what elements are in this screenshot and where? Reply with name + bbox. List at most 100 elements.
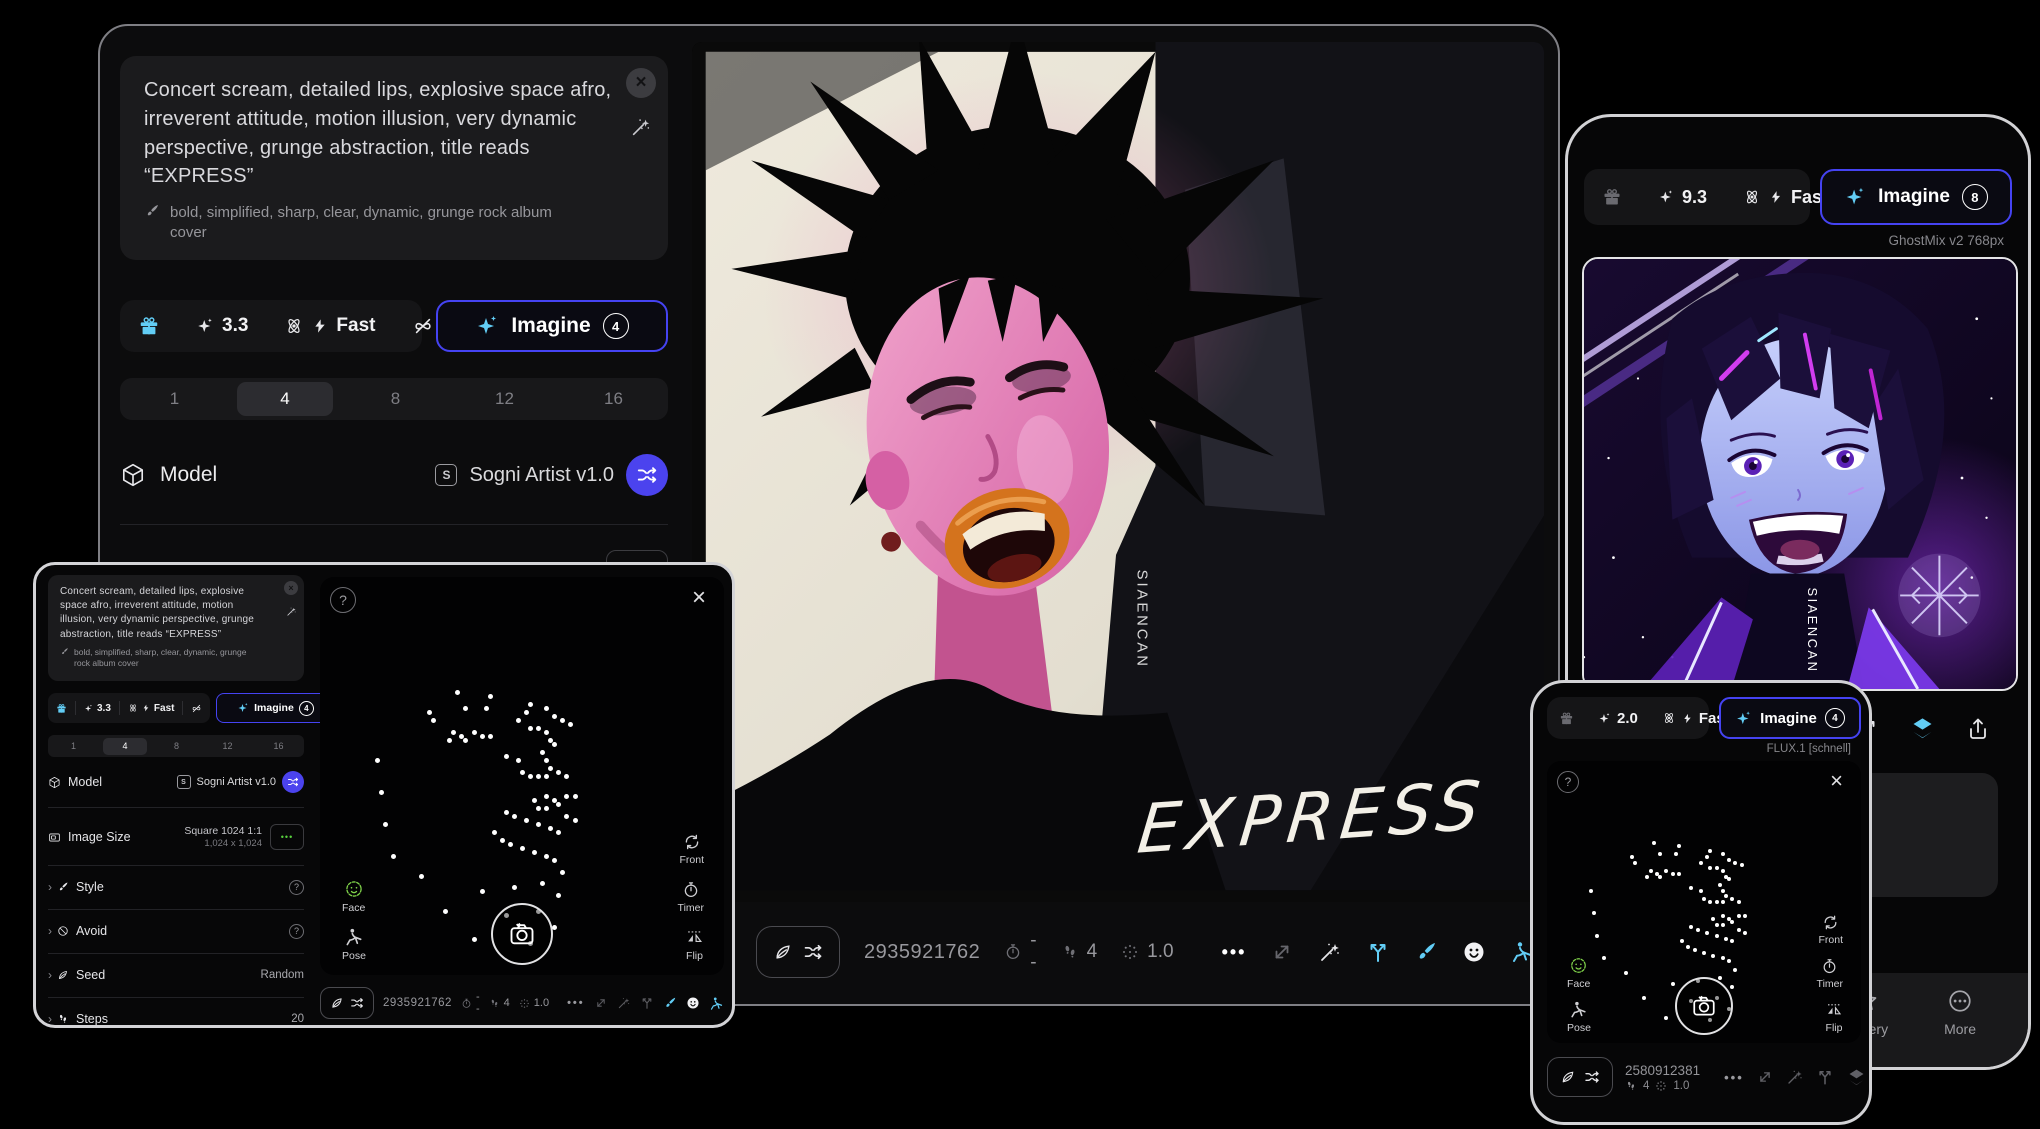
help-icon[interactable]: ? — [1557, 771, 1579, 793]
more-actions-button[interactable]: ••• — [1222, 942, 1247, 963]
layers-button[interactable] — [1846, 1067, 1867, 1088]
steps-row[interactable]: › Steps 20 — [48, 1005, 304, 1028]
gift-button[interactable] — [48, 693, 75, 723]
ghost-artwork[interactable]: SIAENCAN — [1582, 257, 2018, 691]
face-button[interactable] — [1462, 940, 1486, 964]
batch-option-12[interactable]: 12 — [450, 389, 559, 409]
pose-editor-canvas[interactable]: ? × Face Pose Front Timer Flip — [320, 577, 724, 975]
unlimited-toggle[interactable] — [183, 693, 210, 723]
paint-button[interactable] — [1414, 940, 1438, 964]
close-icon[interactable]: × — [1824, 769, 1849, 793]
front-camera-button[interactable]: Front — [673, 832, 710, 867]
spark-icon — [84, 704, 93, 713]
footsteps-icon — [1625, 1080, 1637, 1092]
pose-button[interactable] — [709, 996, 724, 1011]
credits-display[interactable]: 9.3 — [1640, 169, 1725, 225]
enhance-button[interactable] — [617, 996, 631, 1010]
imagine-button[interactable]: Imagine 4 — [436, 300, 668, 352]
batch-option-1[interactable]: 1 — [120, 389, 229, 409]
pose-mode-button[interactable]: Pose — [336, 926, 372, 963]
pose-mode-button[interactable]: Pose — [1561, 999, 1597, 1035]
timer-button[interactable]: Timer — [672, 880, 710, 915]
variations-button[interactable] — [640, 996, 654, 1010]
enhance-wand-icon[interactable] — [630, 116, 652, 138]
gift-button[interactable] — [120, 300, 178, 352]
model-shuffle-button[interactable] — [626, 454, 668, 496]
model-shuffle-button[interactable] — [282, 771, 304, 793]
front-camera-button[interactable]: Front — [1812, 913, 1849, 947]
batch-option-1[interactable]: 1 — [48, 741, 99, 751]
batch-option-8[interactable]: 8 — [151, 741, 202, 751]
tab-more[interactable]: More — [1938, 987, 1982, 1067]
gift-icon — [56, 703, 67, 714]
face-mode-button[interactable]: Face — [1561, 955, 1596, 991]
model-row[interactable]: Model S Sogni Artist v1.0 — [48, 769, 304, 795]
help-icon[interactable]: ? — [330, 587, 356, 613]
share-button[interactable] — [1966, 717, 1990, 741]
expand-button[interactable] — [1756, 1068, 1774, 1086]
frame-icon — [48, 831, 61, 844]
face-button[interactable] — [686, 996, 700, 1010]
credits-display[interactable]: 3.3 — [76, 693, 119, 723]
credits-display[interactable]: 3.3 — [178, 300, 266, 352]
prompt-input[interactable]: Concert scream, detailed lips, explosive… — [60, 585, 270, 642]
bolt-icon — [142, 704, 150, 712]
expand-icon — [1756, 1068, 1774, 1086]
pose-editor-canvas[interactable]: ? × Face Pose Front Timer Flip — [1547, 761, 1861, 1043]
paint-button[interactable] — [663, 996, 677, 1010]
flip-button[interactable]: Flip — [679, 927, 710, 963]
image-size-options-button[interactable]: ••• — [270, 824, 304, 850]
imagine-button[interactable]: Imagine 4 — [216, 693, 334, 723]
face-mode-button[interactable]: Face — [336, 878, 371, 915]
capture-button[interactable] — [1675, 977, 1733, 1035]
batch-count-badge: 4 — [1825, 708, 1845, 728]
batch-option-16[interactable]: 16 — [559, 389, 668, 409]
batch-option-4[interactable]: 4 — [237, 382, 333, 416]
speed-toggle[interactable]: Fast — [120, 693, 183, 723]
style-tags-text: bold, simplified, sharp, clear, dynamic,… — [170, 203, 574, 244]
artwork-preview[interactable]: SIAENCAN EXPRESS — [692, 42, 1544, 902]
more-actions-button[interactable]: ••• — [567, 997, 585, 1009]
signature-button[interactable] — [733, 996, 735, 1011]
timer-button[interactable]: Timer — [1811, 957, 1849, 991]
image-size-row[interactable]: Image Size Square 1024 1:1 1,024 x 1,024… — [48, 817, 304, 857]
batch-option-16[interactable]: 16 — [253, 741, 304, 751]
expand-button[interactable] — [1270, 940, 1294, 964]
layers-button[interactable] — [1909, 715, 1936, 742]
enhance-button[interactable] — [1318, 940, 1342, 964]
close-icon[interactable]: × — [686, 585, 712, 611]
close-icon[interactable]: × — [284, 581, 298, 595]
seed-row[interactable]: › Seed Random — [48, 961, 304, 989]
pose-figure-icon — [709, 996, 724, 1011]
prompt-input[interactable]: Concert scream, detailed lips, explosive… — [144, 76, 614, 191]
batch-option-8[interactable]: 8 — [341, 389, 450, 409]
gift-button[interactable] — [1584, 169, 1640, 225]
more-actions-button[interactable]: ••• — [1724, 1070, 1744, 1085]
seed-pill[interactable] — [756, 926, 840, 978]
batch-option-12[interactable]: 12 — [202, 741, 253, 751]
model-row[interactable]: Model S Sogni Artist v1.0 — [120, 452, 668, 498]
seed-pill[interactable] — [1547, 1057, 1613, 1097]
avoid-row[interactable]: › Avoid ? — [48, 917, 304, 945]
imagine-button[interactable]: Imagine 4 — [1719, 697, 1861, 739]
capture-button[interactable] — [491, 903, 553, 965]
help-icon[interactable]: ? — [289, 880, 304, 895]
enhance-button[interactable] — [1786, 1068, 1804, 1086]
help-icon[interactable]: ? — [289, 924, 304, 939]
seed-pill[interactable] — [320, 987, 374, 1019]
model-label: Model — [160, 463, 217, 487]
imagine-button[interactable]: Imagine 8 — [1820, 169, 2012, 225]
batch-option-4[interactable]: 4 — [103, 738, 147, 755]
enhance-wand-icon[interactable] — [286, 603, 297, 621]
variations-button[interactable] — [1816, 1068, 1834, 1086]
credits-display[interactable]: 2.0 — [1586, 697, 1650, 739]
batch-size-selector: 1 4 8 12 16 — [120, 378, 668, 420]
variations-button[interactable] — [1366, 940, 1390, 964]
style-row[interactable]: › Style ? — [48, 873, 304, 901]
gift-button[interactable] — [1547, 697, 1586, 739]
close-icon[interactable]: × — [626, 68, 656, 98]
expand-button[interactable] — [594, 996, 608, 1010]
speed-toggle[interactable]: Fast — [266, 300, 393, 352]
flip-button[interactable]: Flip — [1819, 1000, 1849, 1035]
atom-icon — [128, 703, 138, 713]
